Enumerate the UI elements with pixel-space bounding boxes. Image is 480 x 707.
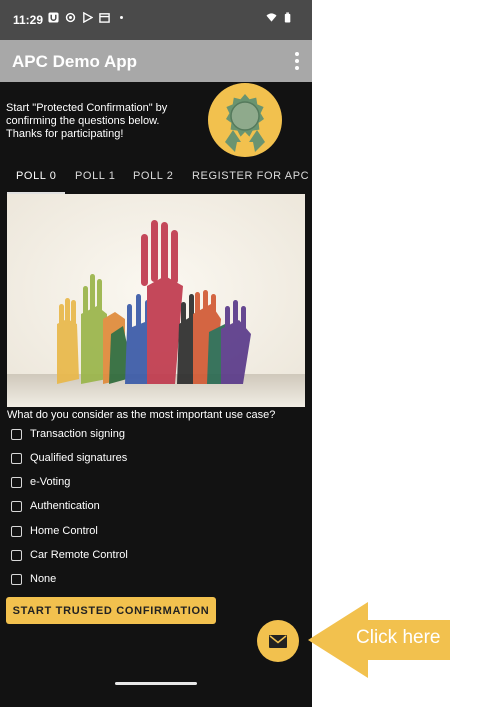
tab-poll-2[interactable]: POLL 2 [133, 170, 174, 182]
tab-poll-0[interactable]: POLL 0 [16, 170, 57, 182]
checkbox[interactable] [11, 573, 22, 585]
battery-icon [284, 12, 291, 23]
phone-screen: 11:29 APC Demo App Start "Protected Conf… [0, 0, 312, 707]
option-transaction-signing[interactable]: Transaction signing [11, 426, 125, 442]
navigation-bar [0, 676, 312, 694]
option-label: Qualified signatures [30, 452, 128, 464]
status-time: 11:29 [13, 13, 44, 27]
calendar-icon [99, 13, 110, 23]
checkbox[interactable] [11, 452, 22, 464]
dot-icon [120, 16, 123, 19]
tab-register-for-apc[interactable]: REGISTER FOR APC [192, 170, 309, 182]
option-home-control[interactable]: Home Control [11, 523, 98, 539]
option-e-voting[interactable]: e-Voting [11, 474, 70, 490]
settings-icon [65, 12, 76, 23]
option-label: Transaction signing [30, 428, 125, 440]
option-car-remote-control[interactable]: Car Remote Control [11, 547, 128, 563]
status-bar: 11:29 [0, 0, 312, 40]
option-label: Home Control [30, 525, 98, 537]
option-label: None [30, 573, 57, 585]
checkbox[interactable] [11, 549, 22, 561]
option-qualified-signatures[interactable]: Qualified signatures [11, 450, 127, 466]
intro-text: Start "Protected Confirmation" by confir… [6, 102, 168, 140]
start-trusted-confirmation-button[interactable]: START TRUSTED CONFIRMATION [6, 597, 216, 624]
award-ribbon-icon [208, 83, 282, 157]
mail-icon [269, 634, 287, 648]
home-handle[interactable] [115, 682, 197, 685]
checkbox[interactable] [11, 500, 22, 512]
poll-tabs: POLL 0 POLL 1 POLL 2 REGISTER FOR APC [0, 165, 312, 194]
click-here-callout: Click here [304, 600, 450, 680]
option-label: e-Voting [30, 476, 71, 488]
option-label: Car Remote Control [30, 549, 128, 561]
more-vert-icon[interactable] [294, 52, 300, 70]
wifi-icon [266, 13, 277, 22]
option-label: Authentication [30, 500, 100, 512]
checkbox[interactable] [11, 525, 22, 537]
option-none[interactable]: None [11, 571, 56, 587]
u-box-icon [48, 12, 59, 23]
app-title: APC Demo App [12, 52, 137, 71]
mail-fab-button[interactable] [257, 620, 299, 662]
raised-hands-image [7, 194, 305, 407]
checkbox[interactable] [11, 428, 22, 440]
callout-text: Click here [356, 627, 441, 648]
app-bar: APC Demo App [0, 40, 312, 82]
option-authentication[interactable]: Authentication [11, 498, 100, 514]
tab-poll-1[interactable]: POLL 1 [75, 170, 116, 182]
checkbox[interactable] [11, 476, 22, 488]
status-system-icons [266, 12, 294, 23]
status-notification-icons [48, 12, 127, 23]
play-store-icon [83, 12, 93, 23]
poll-question: What do you consider as the most importa… [7, 409, 276, 421]
